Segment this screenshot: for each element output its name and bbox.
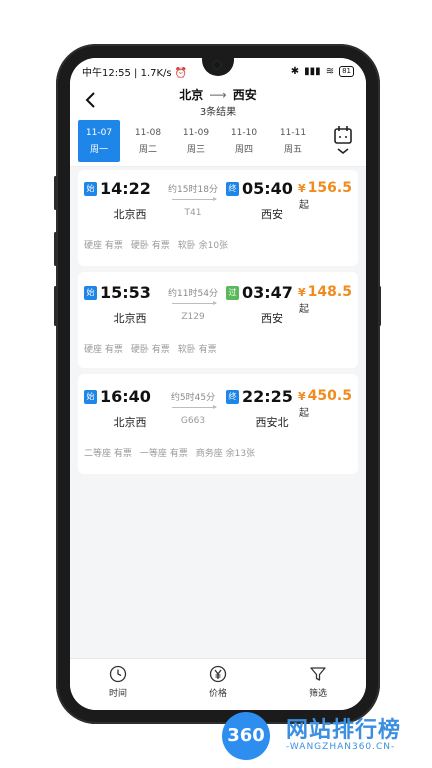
seat-availability: 硬座 有票 硬卧 有票 软卧 余10张 [84, 241, 229, 251]
duration-arrow-icon [172, 405, 217, 409]
battery-icon: 81 [339, 65, 354, 77]
train-number: G663 [180, 416, 206, 426]
arrive-time: 03:47 [242, 283, 293, 302]
to-city: 西安 [232, 88, 257, 102]
trip-duration: 约15时18分 [168, 185, 218, 195]
yen-icon [209, 665, 227, 683]
sort-by-price-button[interactable]: 价格 [188, 665, 248, 699]
to-station: 西安北 [255, 416, 289, 429]
route-arrow-icon: ⟶ [209, 88, 227, 102]
calendar-icon[interactable] [332, 124, 354, 158]
result-count: 3条结果 [199, 107, 237, 118]
train-number: T41 [184, 208, 202, 218]
watermark-logo: 360 网站排行榜 -WANGZHAN360.CN- [220, 708, 430, 764]
train-number: Z129 [181, 312, 205, 322]
depart-time: 15:53 [100, 283, 151, 302]
date-tab[interactable]: 11-09 周三 [175, 120, 217, 162]
watermark-badge: 360 [222, 712, 270, 760]
ticket-price: ¥450.5起 [298, 388, 352, 419]
signal-icon: ▮▮▮ [304, 65, 321, 77]
wifi-icon: ≋ [325, 65, 335, 77]
train-card[interactable]: 始 16:40 约5时45分 G663 终 22:25 ¥450.5起 北京西 … [78, 374, 358, 474]
to-station: 西安 [261, 208, 283, 221]
watermark-title: 网站排行榜 [286, 718, 402, 743]
date-selector: 11-07 周一 11-08 周二 11-09 周三 11-10 周四 11-1… [70, 120, 366, 167]
from-station: 北京西 [113, 312, 147, 325]
clock-icon [109, 665, 127, 683]
phone-side-button [54, 232, 57, 266]
filter-icon [310, 667, 326, 681]
date-tab[interactable]: 11-10 周四 [223, 120, 265, 162]
network-speed: 1.7K/s [140, 67, 172, 79]
seat-availability: 二等座 有票 一等座 有票 商务座 余13张 [84, 449, 256, 459]
from-station: 北京西 [113, 416, 147, 429]
phone-side-button [378, 286, 381, 326]
ticket-price: ¥148.5起 [298, 284, 352, 315]
bottom-toolbar: 时间 价格 筛选 [70, 658, 366, 710]
front-camera [212, 60, 222, 70]
date-tab[interactable]: 11-11 周五 [272, 120, 314, 162]
seat-availability: 硬座 有票 硬卧 有票 软卧 有票 [84, 345, 217, 355]
arrive-time: 22:25 [242, 387, 293, 406]
train-card[interactable]: 始 15:53 约11时54分 Z129 过 03:47 ¥148.5起 北京西… [78, 272, 358, 368]
bluetooth-icon: ✱ [290, 65, 300, 77]
trip-duration: 约11时54分 [168, 289, 218, 299]
end-station-tag: 终 [226, 390, 239, 404]
end-station-tag: 过 [226, 286, 239, 300]
date-tab[interactable]: 11-08 周二 [127, 120, 169, 162]
from-station: 北京西 [113, 208, 147, 221]
trip-duration: 约5时45分 [170, 393, 216, 403]
duration-arrow-icon [172, 301, 217, 305]
depart-time: 16:40 [100, 387, 151, 406]
alarm-icon: ⏰ [174, 67, 188, 79]
start-station-tag: 始 [84, 390, 97, 404]
start-station-tag: 始 [84, 286, 97, 300]
filter-button[interactable]: 筛选 [288, 665, 348, 699]
end-station-tag: 终 [226, 182, 239, 196]
date-tab[interactable]: 11-07 周一 [78, 120, 120, 162]
watermark-subtitle: -WANGZHAN360.CN- [286, 742, 396, 752]
phone-side-button [54, 286, 57, 326]
ticket-price: ¥156.5起 [298, 180, 352, 211]
from-city: 北京 [179, 88, 204, 102]
arrive-time: 05:40 [242, 179, 293, 198]
app-screen: 中午12:55 | 1.7K/s ⏰ ✱ ▮▮▮ ≋ 81 北京 ⟶ 西安 3条… [70, 58, 366, 710]
phone-side-button [54, 176, 57, 210]
status-right: ✱ ▮▮▮ ≋ 81 [290, 65, 354, 77]
train-card[interactable]: 始 14:22 约15时18分 T41 终 05:40 ¥156.5起 北京西 … [78, 170, 358, 266]
start-station-tag: 始 [84, 182, 97, 196]
status-time: 中午12:55 [82, 67, 131, 79]
to-station: 西安 [261, 312, 283, 325]
status-left: 中午12:55 | 1.7K/s ⏰ [82, 67, 188, 79]
depart-time: 14:22 [100, 179, 151, 198]
page-header: 北京 ⟶ 西安 3条结果 [70, 84, 366, 120]
duration-arrow-icon [172, 197, 217, 201]
sort-by-time-button[interactable]: 时间 [88, 665, 148, 699]
route-title: 北京 ⟶ 西安 [70, 86, 366, 103]
